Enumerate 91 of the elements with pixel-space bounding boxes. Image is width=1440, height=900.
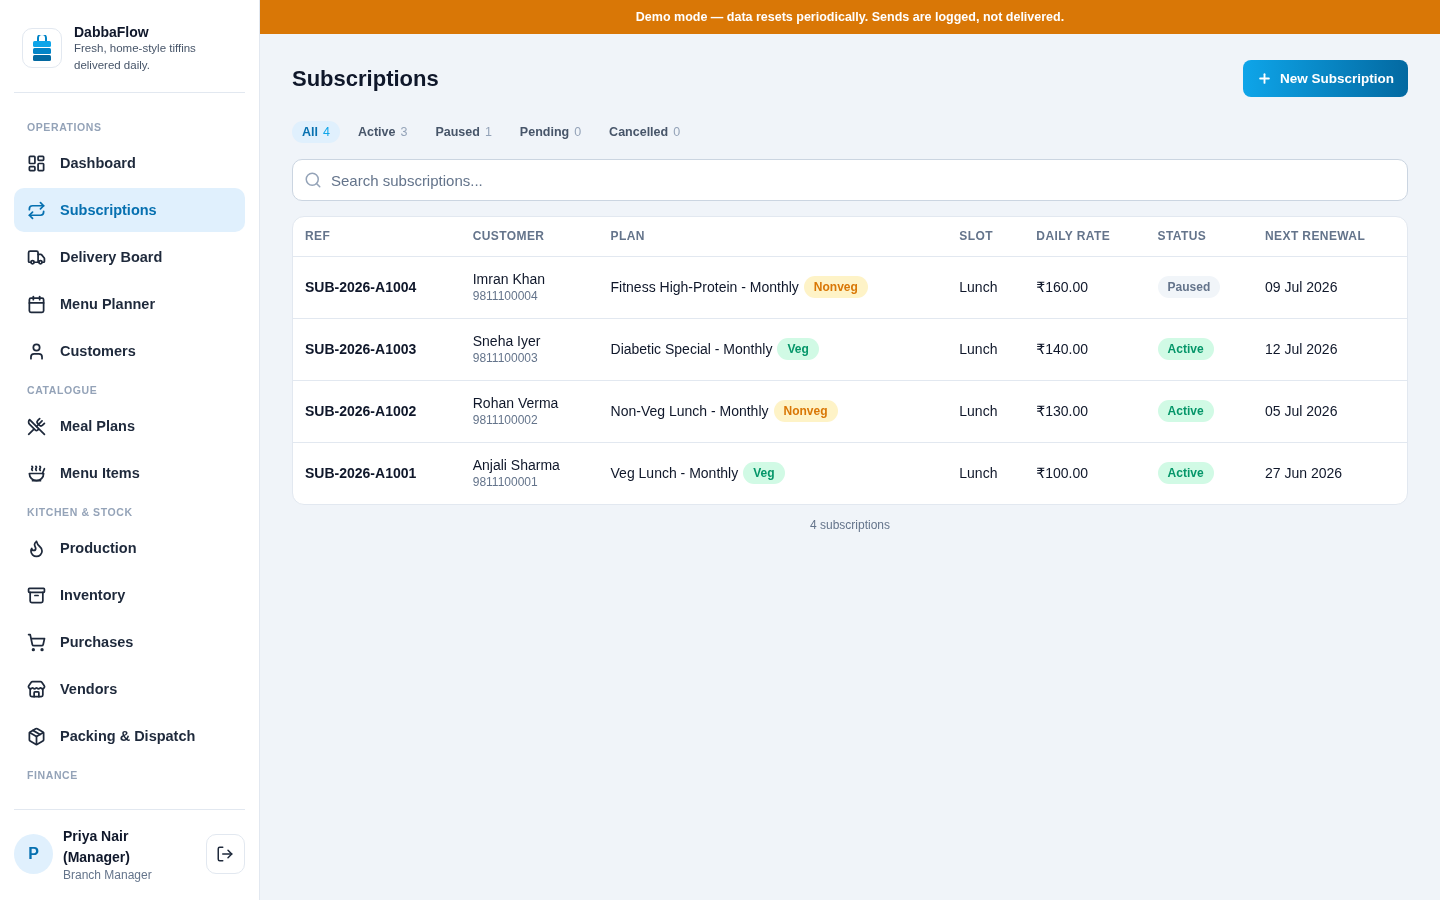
slot-text: Lunch: [959, 341, 998, 357]
diet-tag: Veg: [777, 338, 819, 360]
slot-text: Lunch: [959, 465, 998, 482]
daily-rate: ₹140.00: [1036, 341, 1089, 357]
logout-icon: [216, 845, 235, 863]
customer-phone: 9811100001: [472, 475, 539, 490]
logout-button[interactable]: [205, 834, 245, 874]
filter-tab[interactable]: Pending 0: [509, 121, 592, 143]
filter-tab[interactable]: Cancelled 0: [599, 121, 691, 143]
demo-banner: Demo mode — data resets periodically. Sends are logged, not delivered.: [260, 0, 1440, 34]
daily-rate: ₹130.00: [1036, 403, 1089, 419]
user-icon: [27, 341, 46, 361]
column-header: CUSTOMER: [460, 217, 599, 256]
column-header: REF: [293, 217, 461, 256]
slot-text: Lunch: [959, 279, 998, 295]
new-subscription-button[interactable]: New Subscription: [1243, 60, 1408, 97]
filter-tab[interactable]: All 4: [292, 121, 340, 143]
filter-tab[interactable]: Paused 1: [425, 121, 502, 143]
user-avatar: P: [14, 834, 53, 874]
nav-item[interactable]: Menu Items: [14, 451, 245, 495]
status-tag: Active: [1157, 462, 1214, 485]
status-tag: Active: [1157, 338, 1214, 360]
subscription-ref: SUB-2026-A1003: [305, 341, 417, 357]
diet-tag: Veg: [743, 462, 785, 485]
nav-item[interactable]: Delivery Board: [14, 235, 245, 279]
customer-name: Sneha Iyer: [472, 333, 542, 349]
brand-tagline: Fresh, home-style tiffins delivered daily.: [74, 41, 197, 73]
column-header: SLOT: [947, 217, 1025, 256]
nav-item[interactable]: Dashboard: [14, 141, 245, 185]
renewal-date: 09 Jul 2026: [1265, 279, 1338, 295]
section-heading: CATALOGUE: [26, 383, 99, 398]
customer-phone: 9811100002: [472, 413, 539, 427]
truck-icon: [27, 247, 46, 267]
page-title: Subscriptions: [292, 65, 439, 92]
nav-item[interactable]: Packing & Dispatch: [14, 714, 245, 758]
plan-name: Non-Veg Lunch - Monthly: [610, 403, 769, 419]
daily-rate: ₹100.00: [1036, 465, 1089, 482]
customer-name: Imran Khan: [472, 271, 547, 287]
renewal-date: 12 Jul 2026: [1265, 341, 1338, 357]
nav-item[interactable]: Subscriptions: [14, 188, 245, 232]
flame-icon: [27, 538, 46, 558]
column-header: STATUS: [1145, 217, 1254, 256]
calendar-icon: [27, 294, 46, 314]
plan-name: Diabetic Special - Monthly: [610, 341, 773, 357]
subscription-ref: SUB-2026-A1004: [305, 279, 417, 295]
customer-phone: 9811100003: [472, 351, 539, 365]
repeat-icon: [27, 200, 46, 220]
nav-item[interactable]: Inventory: [14, 573, 245, 617]
slot-text: Lunch: [959, 403, 998, 419]
nav-item[interactable]: Meal Plans: [14, 404, 245, 448]
package-icon: [27, 726, 46, 746]
subscription-ref: SUB-2026-A1002: [305, 403, 417, 419]
nav-item[interactable]: Customers: [14, 329, 245, 373]
customer-name: Rohan Verma: [472, 395, 560, 411]
user-role: Branch Manager: [63, 868, 153, 882]
plan-name: Veg Lunch - Monthly: [610, 465, 739, 482]
row-count: 4 subscriptions: [808, 518, 891, 532]
subscription-ref: SUB-2026-A1001: [305, 465, 417, 482]
status-tag: Active: [1157, 400, 1214, 422]
section-heading: KITCHEN & STOCK: [26, 505, 134, 520]
filter-tab[interactable]: Active 3: [347, 121, 418, 143]
diet-tag: Nonveg: [773, 400, 838, 422]
nav-item[interactable]: Purchases: [14, 620, 245, 664]
status-tag: Paused: [1157, 276, 1221, 298]
search-field[interactable]: Search subscriptions...: [292, 159, 1408, 201]
column-header: PLAN: [598, 217, 948, 256]
search-icon: [304, 171, 322, 189]
column-header: NEXT RENEWAL: [1253, 217, 1407, 256]
cart-icon: [27, 632, 46, 652]
customer-phone: 9811100004: [472, 289, 539, 303]
utensils-icon: [27, 416, 46, 436]
brand-name: DabbaFlow: [74, 24, 150, 40]
plan-name: Fitness High-Protein - Monthly: [610, 279, 799, 295]
plus-icon: [1257, 71, 1272, 86]
nav-item[interactable]: Menu Planner: [14, 282, 245, 326]
renewal-date: 05 Jul 2026: [1265, 403, 1338, 419]
section-heading: OPERATIONS: [26, 120, 103, 135]
nav-item[interactable]: Vendors: [14, 667, 245, 711]
diet-tag: Nonveg: [803, 276, 868, 298]
user-name: Priya Nair (Manager): [63, 827, 131, 867]
customer-name: Anjali Sharma: [472, 457, 561, 474]
tiffin-logo-icon: [32, 35, 52, 61]
store-icon: [27, 679, 46, 699]
renewal-date: 27 Jun 2026: [1265, 465, 1343, 482]
daily-rate: ₹160.00: [1036, 279, 1089, 295]
section-heading: FINANCE: [26, 768, 79, 783]
dashboard-icon: [27, 153, 46, 173]
archive-icon: [27, 585, 46, 605]
column-header: DAILY RATE: [1024, 217, 1146, 256]
nav-item[interactable]: Production: [14, 526, 245, 570]
bowl-icon: [27, 463, 46, 483]
